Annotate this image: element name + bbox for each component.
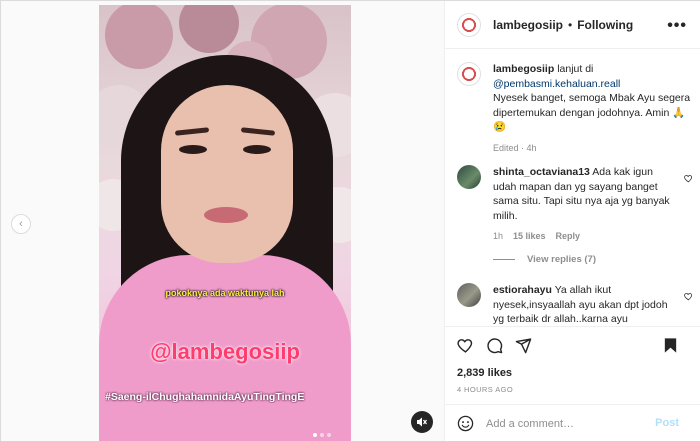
heart-icon[interactable] xyxy=(457,337,474,354)
comment-input[interactable] xyxy=(486,417,646,430)
post-actions: 2,839 likes 4 HOURS AGO xyxy=(445,326,700,404)
comment-item: estiorahayu Ya allah ikut nyesek,insyaal… xyxy=(457,283,693,326)
comment-icon[interactable] xyxy=(486,337,503,354)
commenter-avatar[interactable] xyxy=(457,283,481,307)
caption-mention-link[interactable]: @pembasmi.kehaluan.reall xyxy=(493,78,620,90)
right-eye xyxy=(243,145,271,154)
comment-username[interactable]: shinta_octaviana13 xyxy=(493,166,590,178)
commenter-avatar[interactable] xyxy=(457,165,481,189)
caption-avatar[interactable] xyxy=(457,62,481,86)
carousel-dot-active xyxy=(313,433,317,437)
edited-label: Edited xyxy=(493,142,519,153)
carousel-dot xyxy=(320,433,324,437)
caption-prefix: lanjut di xyxy=(557,63,594,75)
post-header: lambegosiip • Following ••• xyxy=(445,1,700,49)
likes-count[interactable]: 2,839 likes xyxy=(457,367,512,379)
view-replies-line xyxy=(493,259,515,260)
carousel-dot xyxy=(327,433,331,437)
mute-button[interactable] xyxy=(411,411,433,433)
comment-composer: Post xyxy=(445,404,700,441)
post-comment-button[interactable]: Post xyxy=(655,417,679,429)
author-avatar[interactable] xyxy=(457,12,481,37)
carousel-dots xyxy=(313,433,331,437)
caption-username[interactable]: lambegosiip xyxy=(493,63,554,75)
comment-item: shinta_octaviana13 Ada kak igun udah map… xyxy=(457,165,693,241)
comment-text: estiorahayu Ya allah ikut nyesek,insyaal… xyxy=(493,283,693,326)
post-video[interactable]: pokoknya ada waktunya lah @lambegosiip #… xyxy=(99,5,351,441)
post-side-panel: lambegosiip • Following ••• lambegosiip … xyxy=(445,1,700,441)
caption-row: lambegosiip lanjut di @pembasmi.kehaluan… xyxy=(457,62,693,153)
comment-meta: 1h 15 likes Reply xyxy=(493,231,693,241)
comment-text: shinta_octaviana13 Ada kak igun udah map… xyxy=(493,165,693,223)
caption-meta: Edited · 4h xyxy=(493,142,537,153)
left-eye xyxy=(179,145,207,154)
chevron-left-icon: ‹ xyxy=(19,218,23,230)
action-icons xyxy=(457,337,532,354)
post-dialog: pokoknya ada waktunya lah @lambegosiip #… xyxy=(0,0,700,441)
face-shape xyxy=(161,85,293,263)
comment-likes[interactable]: 15 likes xyxy=(513,231,546,241)
view-replies-label: View replies (7) xyxy=(527,254,596,265)
caption-text: lambegosiip lanjut di @pembasmi.kehaluan… xyxy=(493,62,693,135)
carousel-prev-button[interactable]: ‹ xyxy=(11,214,31,234)
caption-body: Nyesek banget, semoga Mbak Ayu segera di… xyxy=(493,92,691,133)
view-replies-button[interactable]: View replies (7) xyxy=(493,254,596,265)
comment-reply-button[interactable]: Reply xyxy=(556,231,581,241)
comments-section[interactable]: lambegosiip lanjut di @pembasmi.kehaluan… xyxy=(445,50,700,326)
video-subtitle: pokoknya ada waktunya lah xyxy=(165,288,285,298)
lips xyxy=(204,207,248,223)
video-watermark: @lambegosiip xyxy=(150,339,300,364)
smiley-icon[interactable] xyxy=(457,415,474,432)
mute-icon xyxy=(417,417,427,427)
post-timestamp[interactable]: 4 HOURS AGO xyxy=(457,385,513,394)
like-comment-heart-icon[interactable] xyxy=(684,174,693,183)
following-button[interactable]: Following xyxy=(577,18,633,32)
comment-age[interactable]: 1h xyxy=(493,231,503,241)
header-separator: • xyxy=(568,17,573,32)
bookmark-icon[interactable] xyxy=(662,337,679,354)
more-icon[interactable]: ••• xyxy=(667,17,687,35)
like-comment-heart-icon[interactable] xyxy=(684,292,693,301)
caption-age[interactable]: 4h xyxy=(527,143,537,153)
author-username[interactable]: lambegosiip xyxy=(493,18,563,32)
share-icon[interactable] xyxy=(515,337,532,354)
video-hashtag: #Saeng-ilChughahamnidaAyuTingTingE xyxy=(105,391,305,403)
comment-username[interactable]: estiorahayu xyxy=(493,284,552,296)
media-pane: pokoknya ada waktunya lah @lambegosiip #… xyxy=(1,1,445,441)
